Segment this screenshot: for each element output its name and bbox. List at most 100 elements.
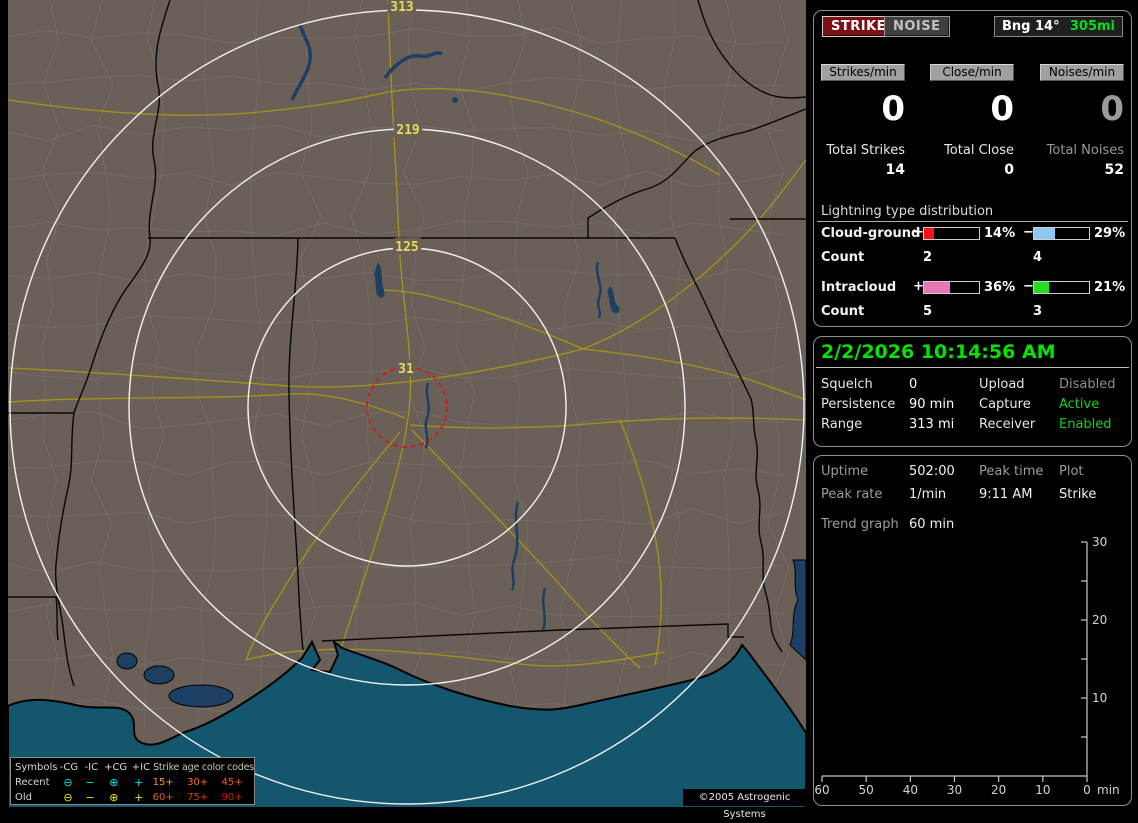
total-close-value: 0 <box>1004 162 1014 178</box>
stats-row-2: Peak rate 1/min 9:11 AM Strike <box>814 487 1131 507</box>
map-legend: Symbols -CG -IC +CG +IC Strike age color… <box>10 757 255 805</box>
map-svg: 313 219 125 31 <box>7 0 807 813</box>
legend-symbols-header: Symbols <box>15 762 58 773</box>
plus-sign: + <box>913 225 924 240</box>
status-row-range: Range 313 mi Receiver Enabled <box>814 417 1131 437</box>
lightning-map: 313 219 125 31 <box>7 0 807 813</box>
age-15: 15+ <box>152 777 174 788</box>
trend-tick-label: 60 <box>814 783 829 797</box>
trend-tick-label: 50 <box>859 783 874 797</box>
plus-cg-icon: ⊕ <box>109 776 119 789</box>
ic-positive-bar <box>923 281 980 294</box>
distribution-title: Lightning type distribution <box>821 204 994 219</box>
legend-recent-label: Recent <box>15 777 50 788</box>
trend-tick-label: 20 <box>1092 613 1107 627</box>
ic-positive-pct: 36% <box>984 280 1016 295</box>
minus-ic-icon: − <box>85 776 95 789</box>
persistence-value: 90 min <box>909 397 955 412</box>
intracloud-label: Intracloud <box>821 280 897 295</box>
upload-label: Upload <box>979 377 1025 392</box>
plus-ic-icon: + <box>134 776 144 789</box>
range-label: Range <box>821 417 863 432</box>
close-per-min-value: 0 <box>990 89 1014 129</box>
total-strikes-value: 14 <box>885 162 905 178</box>
lake <box>452 97 458 103</box>
lake <box>116 652 138 670</box>
noise-toggle-button[interactable]: NOISE <box>884 16 950 37</box>
cg-positive-count: 2 <box>923 250 933 265</box>
close-per-min-label: Close/min <box>930 64 1014 81</box>
total-close-label: Total Close <box>944 143 1014 158</box>
cg-negative-bar <box>1033 227 1090 240</box>
ic-negative-pct: 21% <box>1094 280 1126 295</box>
ic-positive-bar-fill <box>924 282 950 293</box>
cg-negative-pct: 29% <box>1094 226 1126 241</box>
bearing-range-display: Bng 14° 305mi <box>994 16 1123 37</box>
cg-positive-pct: 14% <box>984 226 1016 241</box>
minus-cg-icon: ⊖ <box>63 791 73 804</box>
legend-col--cg: -CG <box>59 762 79 773</box>
cloud-ground-row: Cloud-ground + 14% − 29% <box>814 225 1131 242</box>
river <box>541 587 547 631</box>
trend-tick-label: 20 <box>991 783 1006 797</box>
cg-positive-bar <box>923 227 980 240</box>
receiver-status: Enabled <box>1059 417 1112 432</box>
lake <box>143 665 175 685</box>
noises-per-min-label: Noises/min <box>1040 64 1124 81</box>
divider <box>817 221 1128 222</box>
status-row-persistence: Persistence 90 min Capture Active <box>814 397 1131 417</box>
ic-negative-count: 3 <box>1033 304 1043 319</box>
persistence-label: Persistence <box>821 397 896 412</box>
plus-sign: + <box>913 279 924 294</box>
total-noises-value: 52 <box>1104 162 1124 178</box>
trend-tick-label: 40 <box>903 783 918 797</box>
datetime-display: 2/2/2026 10:14:56 AM <box>821 341 1056 363</box>
legend-old-row: Old ⊖ − ⊕ + 60+ 75+ 90+ <box>15 790 254 805</box>
bearing-range-value: 305mi <box>1069 19 1115 34</box>
lake-pontchartrain <box>168 684 234 708</box>
minus-ic-icon: − <box>85 791 95 804</box>
status-row-squelch: Squelch 0 Upload Disabled <box>814 377 1131 397</box>
ic-negative-bar-fill <box>1034 282 1049 293</box>
intracloud-count-row: Count 5 3 <box>814 304 1131 320</box>
noises-column: Noises/min 0 Total Noises 52 <box>1040 64 1124 178</box>
trend-tick-label: 0 <box>1083 783 1091 797</box>
strike-stats-panel: STRIKE NOISE Bng 14° 305mi Strikes/min 0… <box>813 10 1132 327</box>
age-45: 45+ <box>221 777 243 788</box>
trend-tick-label: 30 <box>1092 536 1107 549</box>
trend-tick-label: 10 <box>1035 783 1050 797</box>
legend-header-row: Symbols -CG -IC +CG +IC Strike age color… <box>15 760 254 775</box>
trend-graph: 10 20 30 60 50 40 30 20 10 0 min <box>814 536 1120 797</box>
cg-negative-count: 4 <box>1033 250 1043 265</box>
count-label: Count <box>821 304 865 319</box>
trend-tick-label: min <box>1097 783 1120 797</box>
minus-sign: − <box>1023 279 1034 294</box>
uptime-trend-panel: Uptime 502:00 Peak time Plot Peak rate 1… <box>813 455 1132 806</box>
close-column: Close/min 0 Total Close 0 <box>930 64 1014 178</box>
intracloud-row: Intracloud + 36% − 21% <box>814 279 1131 296</box>
trend-tick-label: 30 <box>947 783 962 797</box>
squelch-value: 0 <box>909 377 918 392</box>
legend-col-+ic: +IC <box>131 762 151 773</box>
squelch-label: Squelch <box>821 377 873 392</box>
stats-row-1: Uptime 502:00 Peak time Plot <box>814 464 1131 484</box>
legend-age-header: Strike age color codes <box>153 762 254 773</box>
ring-label-219: 219 <box>396 123 419 138</box>
minus-cg-icon: ⊖ <box>63 776 73 789</box>
ic-negative-bar <box>1033 281 1090 294</box>
age-30: 30+ <box>187 777 209 788</box>
cloud-ground-label: Cloud-ground <box>821 226 921 241</box>
minus-sign: − <box>1023 225 1034 240</box>
capture-label: Capture <box>979 397 1031 412</box>
plus-cg-icon: ⊕ <box>109 791 119 804</box>
trend-graph-value: 60 min <box>909 517 955 532</box>
copyright-text: ©2005 Astrogenic Systems <box>683 789 806 820</box>
total-strikes-label: Total Strikes <box>826 143 905 158</box>
cg-positive-bar-fill <box>924 228 934 239</box>
peak-rate-value: 1/min <box>909 487 947 502</box>
bearing-value: Bng 14° <box>1002 19 1060 34</box>
count-label: Count <box>821 250 865 265</box>
ring-label-31: 31 <box>398 362 414 377</box>
strikes-per-min-value: 0 <box>881 89 905 129</box>
legend-recent-row: Recent ⊖ − ⊕ + 15+ 30+ 45+ <box>15 775 254 790</box>
